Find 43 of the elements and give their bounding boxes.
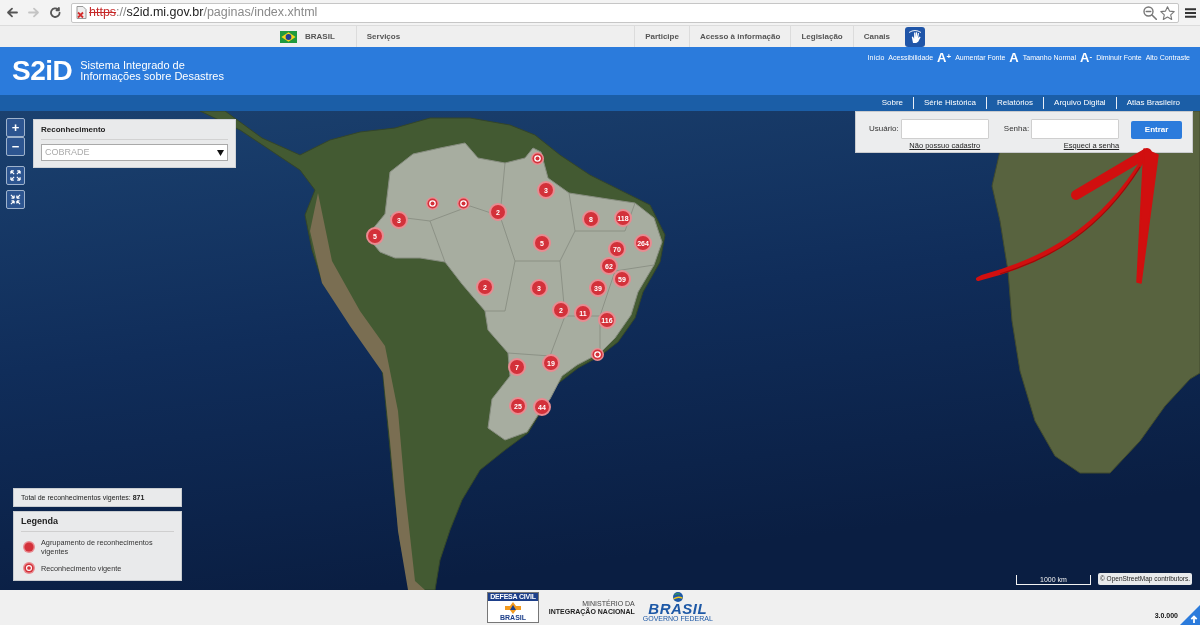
menu-link[interactable]: Arquivo Digital (1043, 97, 1116, 109)
cluster-marker-icon (23, 541, 35, 553)
back-arrow-icon[interactable] (6, 7, 19, 18)
menu-icon[interactable] (1185, 7, 1196, 18)
flag-icon (280, 30, 297, 43)
password-field[interactable] (1031, 119, 1120, 139)
legend-title: Legenda (21, 515, 174, 532)
caret-down-icon (217, 149, 224, 156)
menu-link[interactable]: Sobre (871, 97, 914, 109)
menu-link[interactable]: Série Histórica (913, 97, 987, 109)
location-marker-icon[interactable] (456, 196, 470, 210)
collapse-arrows-icon (10, 194, 21, 205)
star-icon[interactable] (1160, 5, 1175, 20)
expand-arrows-icon (10, 170, 21, 181)
font-size-glyph[interactable]: A (1009, 51, 1019, 64)
panel-title: Reconhecimento (41, 125, 228, 140)
globe-icon (672, 592, 683, 602)
zoom-in-button[interactable]: + (6, 118, 25, 137)
hand-icon[interactable] (905, 26, 925, 47)
fullscreen-button[interactable] (6, 166, 25, 185)
address-bar[interactable]: https://s2id.mi.gov.br/paginas/index.xhtml (71, 2, 1179, 23)
brand-wordmark: BRASIL (648, 602, 708, 615)
menu-link[interactable]: Atlas Brasileiro (1115, 97, 1190, 109)
location-marker-icon[interactable] (530, 151, 544, 165)
zoom-out-button[interactable]: − (6, 137, 25, 156)
username-field[interactable] (900, 119, 989, 139)
field-label: Usuário: (869, 123, 899, 135)
location-marker-icon (23, 562, 35, 574)
field-label: Senha: (1003, 123, 1030, 135)
location-marker-icon[interactable] (425, 196, 439, 210)
zoom-icon[interactable] (1143, 5, 1157, 20)
font-size-glyph[interactable]: A$^{+}$ (937, 51, 952, 64)
login-button[interactable]: Entrar (1131, 121, 1182, 139)
country-link[interactable]: BRASIL (275, 26, 356, 47)
fit-view-button[interactable] (6, 190, 25, 209)
site-logo[interactable]: S2iD (12, 57, 73, 85)
site-title: Sistema Integrado de Informações sobre Desastres (80, 60, 224, 82)
location-marker-icon[interactable] (590, 347, 604, 361)
menu-link[interactable]: Relatórios (986, 97, 1044, 109)
back-to-top-icon[interactable] (1180, 605, 1200, 625)
reload-icon[interactable] (50, 7, 62, 18)
emblem-icon (505, 601, 521, 614)
font-size-glyph[interactable]: A$^{-}$ (1080, 51, 1093, 64)
